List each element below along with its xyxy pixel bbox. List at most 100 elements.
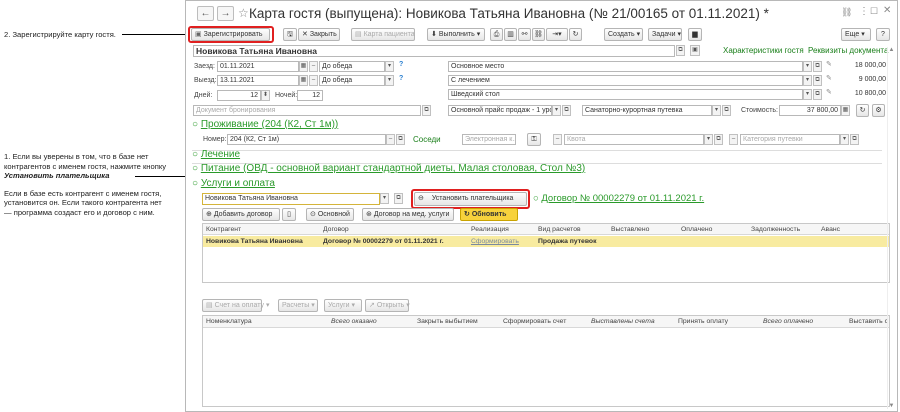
link-button[interactable]: ⛓ — [532, 28, 545, 41]
dropdown-arrow-icon[interactable]: ▾ — [380, 193, 389, 204]
more-vert-icon[interactable]: ⋮ — [859, 6, 869, 17]
dropdown-arrow-icon[interactable]: ▾ — [803, 75, 812, 86]
booking-document-field[interactable]: Документ бронирования — [193, 105, 421, 116]
close-window-icon[interactable]: ✕ — [883, 5, 891, 16]
edit-pencil-icon[interactable]: ✎ — [826, 88, 832, 96]
neighbors-link[interactable]: Соседи — [413, 135, 441, 144]
column-header[interactable]: Выставить с — [849, 316, 888, 327]
column-header[interactable]: Реализация — [471, 224, 509, 235]
arrival-time-clear-button[interactable]: – — [309, 61, 318, 72]
help-icon[interactable]: ? — [399, 61, 403, 68]
treatment-section-header[interactable]: ○ Лечение — [192, 149, 240, 160]
scroll-up-arrow-icon[interactable]: ▲ — [888, 47, 895, 53]
arrival-time-dropdown[interactable]: ▾ — [385, 61, 394, 72]
treatment-type-field[interactable]: С лечением — [448, 75, 803, 86]
history-button[interactable]: ↻ — [569, 28, 582, 41]
column-header[interactable]: Задолженность — [751, 224, 800, 235]
scroll-down-arrow-icon[interactable]: ▼ — [888, 403, 895, 409]
accommodation-section-header[interactable]: ○ Проживание (204 (К2, Ст 1м)) — [192, 119, 338, 130]
electronic-key-field[interactable]: Электронная к... — [462, 134, 516, 145]
quota-field[interactable]: Квота — [564, 134, 704, 145]
cost-field[interactable]: 37 800,00 — [779, 105, 841, 116]
structure-button[interactable]: ⚯ — [518, 28, 531, 41]
table-row[interactable]: Новикова Татьяна Ивановна Договор № 0000… — [203, 236, 889, 247]
days-field[interactable]: 12 — [217, 90, 261, 101]
meals-section-header[interactable]: ○ Питание (ОВД - основной вариант станда… — [192, 163, 585, 174]
services-section-header[interactable]: ○ Услуги и оплата — [192, 178, 275, 189]
meals-type-field[interactable]: Шведский стол — [448, 89, 803, 100]
cell-realization-link[interactable]: Сформировать — [471, 236, 519, 247]
send-button[interactable]: ⇥▾ — [546, 28, 568, 41]
voucher-category-clear-button[interactable]: – — [729, 134, 738, 145]
column-header[interactable]: Оплачено — [681, 224, 712, 235]
open-icon[interactable]: ⧉ — [813, 61, 822, 72]
dropdown-arrow-icon[interactable]: ▾ — [704, 134, 713, 145]
report-button[interactable]: ▥ — [504, 28, 517, 41]
invoice-button[interactable]: ▤ Счет на оплату ▾ — [202, 299, 269, 312]
room-field[interactable]: 204 (К2, Ст 1м) — [227, 134, 386, 145]
column-header[interactable]: Вид расчетов — [538, 224, 581, 235]
help-icon[interactable]: ? — [399, 75, 403, 82]
open-icon[interactable]: ⧉ — [396, 134, 405, 145]
guest-name-field[interactable]: Новикова Татьяна Ивановна — [193, 45, 675, 57]
services-button[interactable]: Услуги ▾ — [324, 299, 362, 312]
column-header[interactable]: Договор — [323, 224, 349, 235]
back-button[interactable]: ← — [197, 6, 214, 21]
column-header[interactable]: Закрыть выбытием — [417, 316, 478, 327]
column-header[interactable]: Выставлено — [611, 224, 649, 235]
departure-date-field[interactable]: 13.11.2021 — [217, 75, 299, 86]
med-contract-button[interactable]: ⊛ Договор на мед. услуги — [362, 208, 454, 221]
patient-card-button[interactable]: ▤ Карта пациента — [351, 28, 415, 41]
execute-button[interactable]: ⬇ Выполнить ▾ — [427, 28, 485, 41]
document-details-link[interactable]: Реквизиты документа — [808, 46, 888, 55]
favorite-star-icon[interactable]: ☆ — [238, 6, 249, 20]
save-button[interactable]: 🖫 — [283, 28, 297, 41]
column-header[interactable]: Всего оплачено — [763, 316, 813, 327]
delete-contract-button[interactable]: ▯ — [282, 208, 296, 221]
open-icon[interactable]: ⧉ — [813, 89, 822, 100]
dropdown-arrow-icon[interactable]: ▾ — [840, 134, 849, 145]
calculator-icon[interactable]: ▦ — [841, 105, 850, 116]
print-button[interactable]: ⎙ — [490, 28, 503, 41]
voucher-category-field[interactable]: Категория путевки — [740, 134, 840, 145]
open-icon[interactable]: ⧉ — [714, 134, 723, 145]
guest-characteristics-link[interactable]: Характеристики гостя — [723, 46, 804, 55]
calculations-button[interactable]: Расчеты ▾ — [278, 299, 318, 312]
close-button[interactable]: ✕ Закрыть — [298, 28, 340, 41]
departure-time-field[interactable]: До обеда — [319, 75, 385, 86]
quota-clear-button[interactable]: – — [553, 134, 562, 145]
forward-button[interactable]: → — [217, 6, 234, 21]
tasks-button[interactable]: Задачи ▾ — [648, 28, 682, 41]
recalculate-button[interactable]: ↻ — [856, 104, 869, 117]
column-header[interactable]: Всего оказано — [331, 316, 377, 327]
contract-link[interactable]: ○ Договор № 00002279 от 01.11.2021 г. — [533, 193, 704, 204]
column-header[interactable]: Контрагент — [206, 224, 241, 235]
open-icon[interactable]: ⧉ — [813, 75, 822, 86]
help-button[interactable]: ? — [876, 28, 890, 41]
voucher-type-field[interactable]: Санаторно-курортная путевка — [582, 105, 712, 116]
column-header[interactable]: Аванс — [821, 224, 840, 235]
calendar-icon[interactable]: ▦ — [299, 61, 308, 72]
create-button[interactable]: Создать ▾ — [604, 28, 643, 41]
nights-field[interactable]: 12 — [297, 90, 323, 101]
price-list-field[interactable]: Основной прайс продаж - 1 урс — [448, 105, 552, 116]
guest-name-open-button[interactable]: ⧉ — [676, 45, 685, 56]
departure-time-dropdown[interactable]: ▾ — [385, 75, 394, 86]
archive-button[interactable]: ▆ — [688, 28, 702, 41]
edit-pencil-icon[interactable]: ✎ — [826, 60, 832, 68]
departure-time-clear-button[interactable]: – — [309, 75, 318, 86]
accommodation-type-field[interactable]: Основное место — [448, 61, 803, 72]
more-button[interactable]: Еще ▾ — [841, 28, 871, 41]
payer-field[interactable]: Новикова Татьяна Ивановна — [202, 193, 380, 205]
arrival-time-field[interactable]: До обеда — [319, 61, 385, 72]
key-button[interactable]: ⚿ — [527, 133, 541, 146]
settings-button[interactable]: ⚙ — [872, 104, 885, 117]
add-contract-button[interactable]: ⊕ Добавить договор — [202, 208, 280, 221]
open-icon[interactable]: ⧉ — [722, 105, 731, 116]
window-scrollbar[interactable]: ▲ ▼ — [887, 47, 895, 409]
room-clear-button[interactable]: – — [386, 134, 395, 145]
dropdown-arrow-icon[interactable]: ▾ — [712, 105, 721, 116]
column-header[interactable]: Сформировать счет — [503, 316, 566, 327]
dropdown-arrow-icon[interactable]: ▾ — [803, 89, 812, 100]
edit-pencil-icon[interactable]: ✎ — [826, 74, 832, 82]
